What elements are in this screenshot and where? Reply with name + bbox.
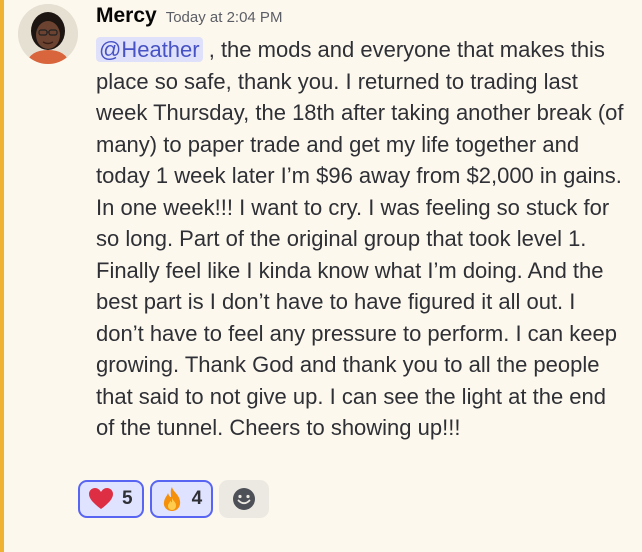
highlight-bar [0,0,4,552]
reaction-heart[interactable]: 5 [78,480,144,518]
reaction-fire[interactable]: 4 [149,480,214,518]
timestamp: Today at 2:04 PM [165,9,283,26]
fire-emoji-icon [163,487,180,511]
message-text: , the mods and everyone that makes this … [96,37,624,440]
reaction-count: 4 [191,488,203,509]
message-header: Mercy Today at 2:04 PM [96,4,636,32]
smiley-add-reaction-icon [233,488,256,510]
reaction-count: 5 [122,488,133,509]
add-reaction-button[interactable] [219,480,270,518]
avatar[interactable] [18,4,78,64]
heart-emoji-icon [89,488,113,509]
username[interactable]: Mercy [96,4,157,28]
avatar-image [18,4,78,64]
message-body: @Heather , the mods and everyone that ma… [96,34,624,444]
reactions-bar: 5 4 [78,480,270,518]
user-mention[interactable]: @Heather [96,37,203,62]
